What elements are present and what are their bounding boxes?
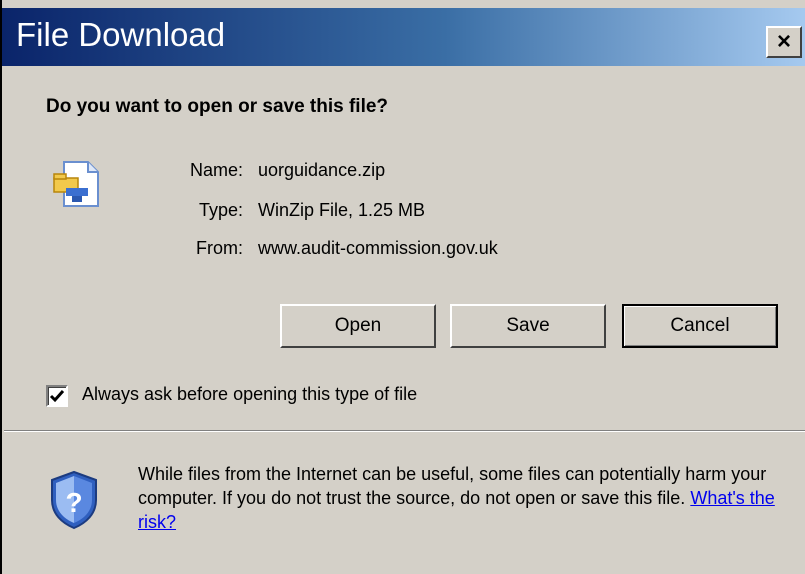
window-title: File Download [16, 16, 226, 53]
checkmark-icon [49, 390, 65, 403]
separator [4, 430, 805, 432]
open-button[interactable]: Open [280, 304, 436, 348]
from-label-wrap: From: [152, 238, 243, 262]
file-name-value: uorguidance.zip [258, 160, 386, 180]
type-label-wrap: Type: [152, 200, 243, 224]
zip-file-icon [53, 161, 99, 207]
svg-text:?: ? [65, 487, 82, 518]
close-icon: × [776, 28, 791, 55]
from-label: From: [196, 238, 243, 258]
security-warning: While files from the Internet can be use… [138, 462, 788, 534]
file-download-dialog: File Download × Do you want to open or s… [0, 0, 805, 574]
always-ask-label[interactable]: Always ask before opening this type of f… [82, 384, 417, 405]
close-button[interactable]: × [766, 26, 802, 58]
cancel-button[interactable]: Cancel [622, 304, 778, 348]
file-source-value: www.audit-commission.gov.uk [258, 238, 498, 258]
type-label: Type: [198, 200, 243, 220]
security-shield-icon: ? [51, 470, 97, 530]
warning-text: While files from the Internet can be use… [138, 464, 767, 508]
file-type-value: WinZip File, 1.25 MB [258, 200, 426, 220]
title-bar[interactable]: File Download × [2, 8, 805, 66]
name-label-wrap: Name: [152, 160, 243, 184]
name-label: Name: [189, 160, 243, 180]
save-button[interactable]: Save [450, 304, 606, 348]
prompt-question: Do you want to open or save this file? [46, 96, 389, 117]
always-ask-checkbox[interactable] [46, 385, 68, 407]
